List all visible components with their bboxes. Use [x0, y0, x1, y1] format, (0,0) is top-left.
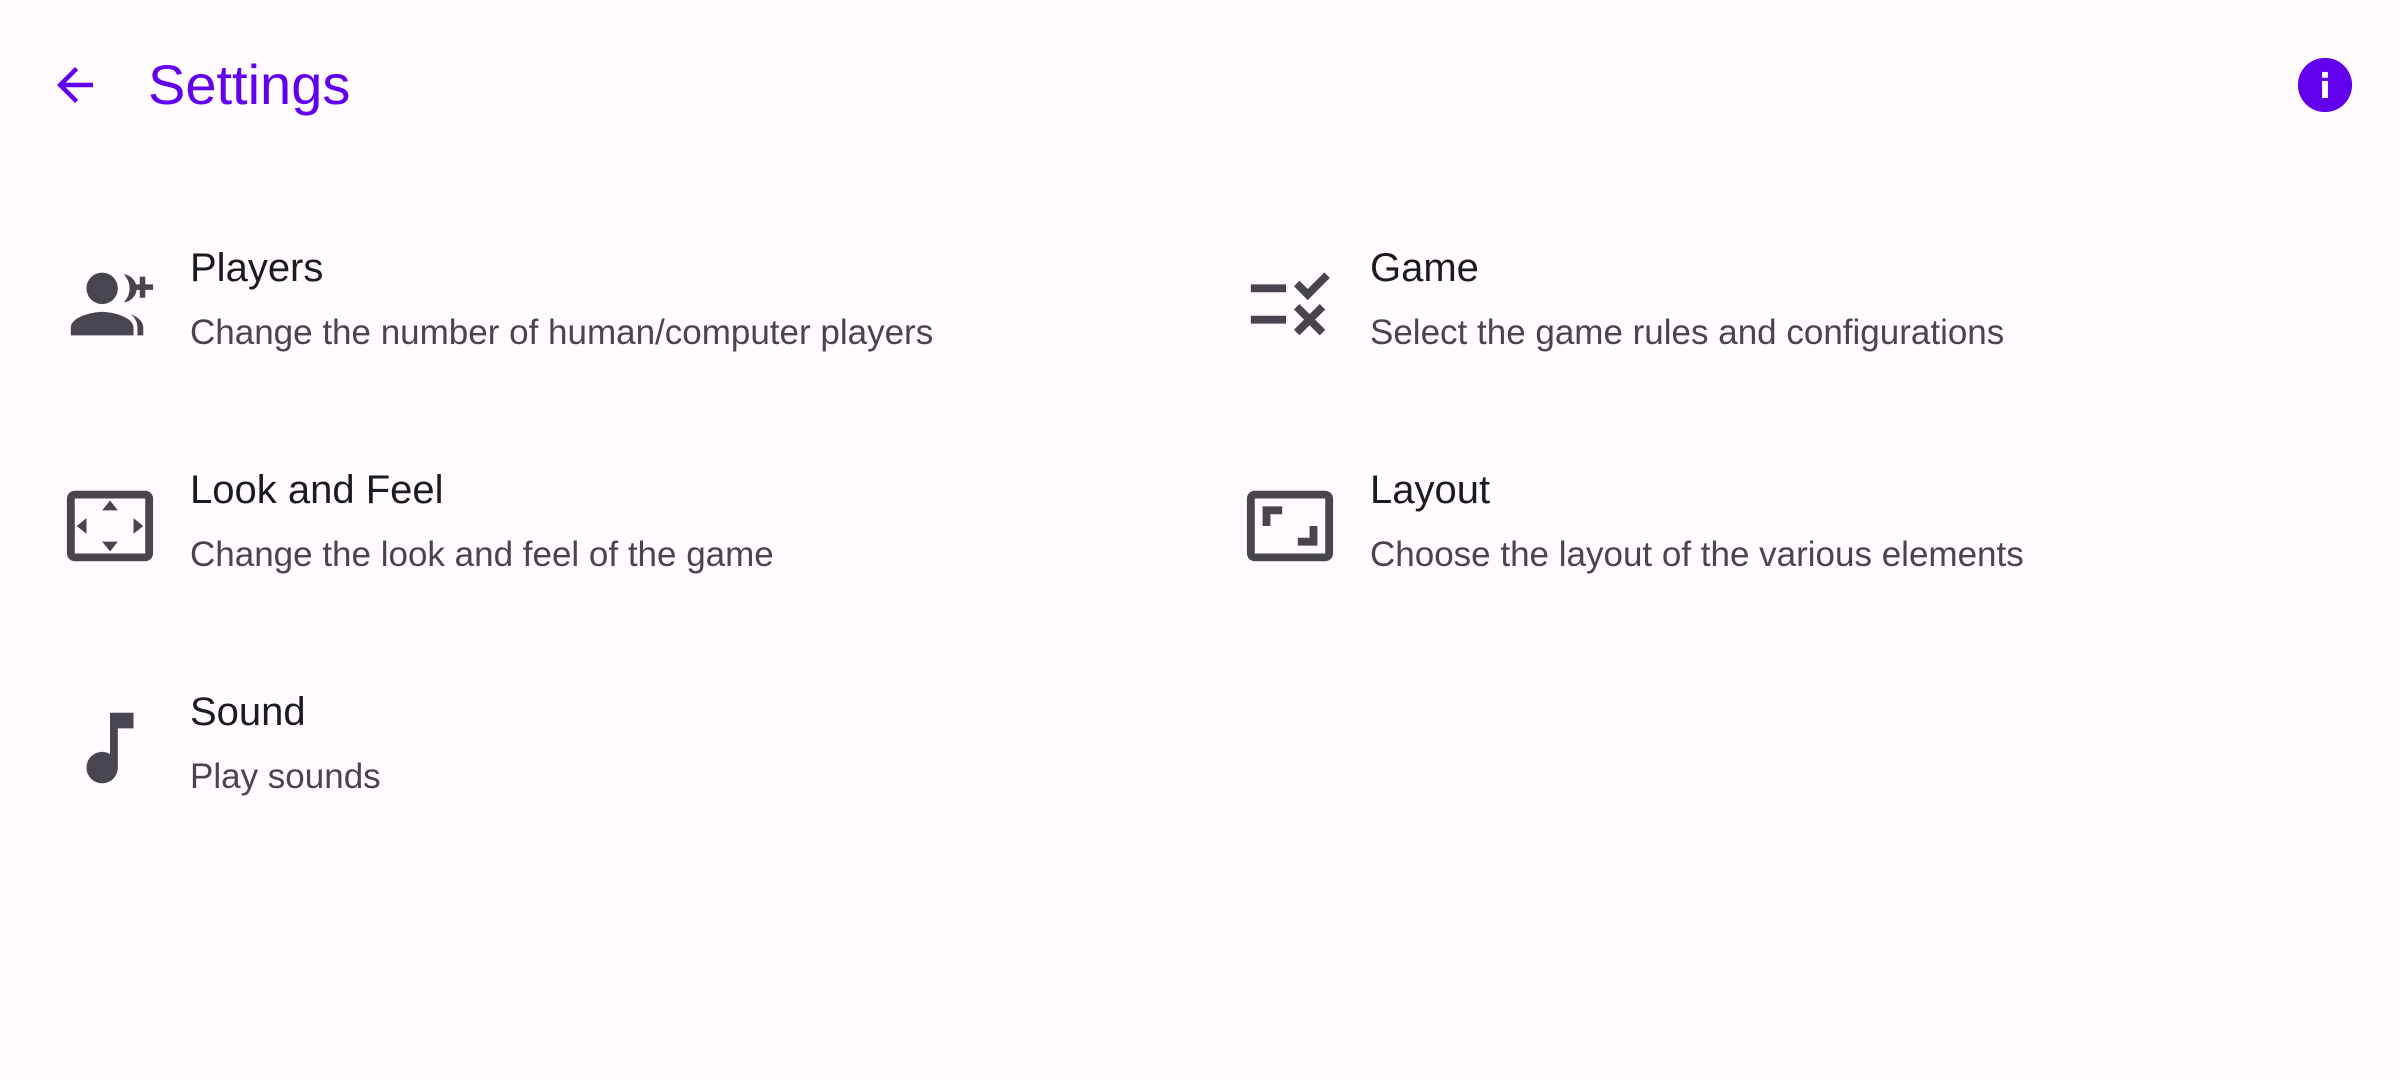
- setting-title: Game: [1370, 246, 1479, 290]
- crop-free-icon: [1240, 476, 1340, 576]
- rule-icon: [1240, 254, 1340, 354]
- music-note-icon: [60, 698, 160, 798]
- settings-overscan-icon: [60, 476, 160, 576]
- setting-item-game[interactable]: Game Select the game rules and configura…: [1180, 222, 2340, 422]
- setting-item-sound[interactable]: Sound Play sounds: [0, 666, 1160, 866]
- arrow-back-icon: [48, 58, 102, 112]
- page-title: Settings: [148, 53, 351, 116]
- setting-title: Players: [190, 246, 324, 290]
- info-icon: [2298, 58, 2352, 112]
- setting-summary: Play sounds: [190, 757, 381, 796]
- setting-summary: Choose the layout of the various element…: [1370, 535, 2024, 574]
- back-button[interactable]: [40, 50, 110, 120]
- group-add-icon: [60, 254, 160, 354]
- setting-summary: Select the game rules and configurations: [1370, 313, 2005, 352]
- setting-title: Layout: [1370, 468, 1491, 512]
- setting-item-players[interactable]: Players Change the number of human/compu…: [0, 222, 1160, 422]
- setting-item-layout[interactable]: Layout Choose the layout of the various …: [1180, 444, 2340, 644]
- app-bar: Settings: [0, 0, 2400, 170]
- setting-summary: Change the look and feel of the game: [190, 535, 774, 574]
- info-button[interactable]: [2298, 58, 2352, 112]
- setting-summary: Change the number of human/computer play…: [190, 313, 934, 352]
- setting-item-look-and-feel[interactable]: Look and Feel Change the look and feel o…: [0, 444, 1160, 644]
- setting-title: Sound: [190, 690, 306, 734]
- setting-title: Look and Feel: [190, 468, 444, 512]
